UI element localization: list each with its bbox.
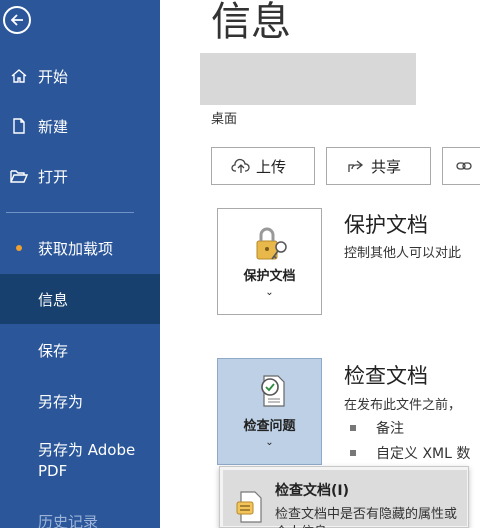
check-for-issues-button[interactable]: 检查问题 ⌄ bbox=[217, 358, 322, 465]
inspect-document-menu-description: 检查文档中是否有隐藏的属性或个人信息。 bbox=[275, 507, 458, 528]
sidebar-item-open[interactable]: 打开 bbox=[0, 151, 160, 201]
document-name-placeholder bbox=[200, 53, 416, 105]
inspect-document-icon bbox=[236, 491, 262, 523]
inspect-section-title: 检查文档 bbox=[344, 364, 428, 388]
sidebar-item-info[interactable]: 信息 bbox=[0, 274, 160, 324]
upload-button[interactable]: 上传 bbox=[211, 147, 315, 185]
upload-label: 上传 bbox=[256, 157, 287, 176]
sidebar-item-label: 获取加载项 bbox=[38, 239, 114, 258]
copy-link-button[interactable] bbox=[442, 147, 480, 185]
link-icon bbox=[453, 159, 475, 173]
sidebar-item-save[interactable]: 保存 bbox=[0, 325, 160, 375]
check-issues-dropdown: 检查文档(I) 检查文档中是否有隐藏的属性或个人信息。 bbox=[219, 466, 469, 528]
sidebar-item-history[interactable]: 历史记录 bbox=[38, 511, 98, 528]
chevron-down-icon: ⌄ bbox=[265, 287, 274, 298]
sidebar-item-label: 信息 bbox=[38, 290, 69, 309]
share-button[interactable]: 共享 bbox=[326, 147, 431, 185]
new-document-icon bbox=[0, 117, 38, 135]
protect-document-label: 保护文档 bbox=[243, 269, 296, 284]
sidebar-divider bbox=[6, 212, 134, 213]
sidebar-item-get-addins[interactable]: 获取加载项 bbox=[0, 223, 160, 273]
home-icon bbox=[0, 67, 38, 85]
sidebar-item-home[interactable]: 开始 bbox=[0, 51, 160, 101]
sidebar-item-save-as-pdf[interactable]: 另存为 Adobe PDF bbox=[38, 440, 160, 482]
upload-cloud-icon bbox=[230, 158, 252, 174]
backstage-sidebar: 开始 新建 打开 获取加载项 信息 保存 另存为 另存为 Adobe PDF 历… bbox=[0, 0, 160, 528]
document-location: 桌面 bbox=[211, 112, 238, 127]
check-for-issues-label: 检查问题 bbox=[243, 419, 296, 434]
sidebar-item-save-as[interactable]: 另存为 bbox=[0, 376, 160, 426]
inspect-document-icon bbox=[261, 375, 285, 407]
protect-section-description: 控制其他人可以对此 bbox=[344, 246, 462, 261]
list-item: 自定义 XML 数 bbox=[350, 443, 470, 463]
chevron-down-icon: ⌄ bbox=[265, 437, 274, 448]
protect-section-title: 保护文档 bbox=[344, 213, 428, 237]
inspect-section-description: 在发布此文件之前， bbox=[344, 398, 462, 413]
dot-icon bbox=[16, 245, 22, 251]
sidebar-item-label: 新建 bbox=[38, 117, 69, 136]
sidebar-item-label: 历史记录 bbox=[38, 513, 99, 528]
bullet-text: 自定义 XML 数 bbox=[376, 446, 471, 462]
list-item: 备注 bbox=[350, 418, 404, 438]
open-folder-icon bbox=[0, 167, 38, 185]
bullet-text: 备注 bbox=[376, 421, 404, 437]
share-label: 共享 bbox=[371, 157, 402, 176]
sidebar-item-new[interactable]: 新建 bbox=[0, 101, 160, 151]
page-title: 信息 bbox=[211, 0, 291, 45]
share-icon bbox=[345, 158, 367, 174]
back-button[interactable] bbox=[3, 6, 31, 34]
back-arrow-icon bbox=[10, 14, 23, 26]
inspect-document-menu-item[interactable]: 检查文档(I) 检查文档中是否有隐藏的属性或个人信息。 bbox=[223, 470, 467, 528]
sidebar-item-label: 保存 bbox=[38, 341, 69, 360]
sidebar-item-label: 另存为 Adobe PDF bbox=[38, 441, 136, 480]
protect-document-button[interactable]: 保护文档 ⌄ bbox=[217, 208, 322, 315]
sidebar-item-label: 另存为 bbox=[38, 392, 84, 411]
inspect-document-menu-title: 检查文档(I) bbox=[275, 483, 350, 499]
sidebar-item-label: 开始 bbox=[38, 67, 69, 86]
sidebar-item-label: 打开 bbox=[38, 167, 69, 186]
lock-key-icon bbox=[256, 227, 287, 260]
